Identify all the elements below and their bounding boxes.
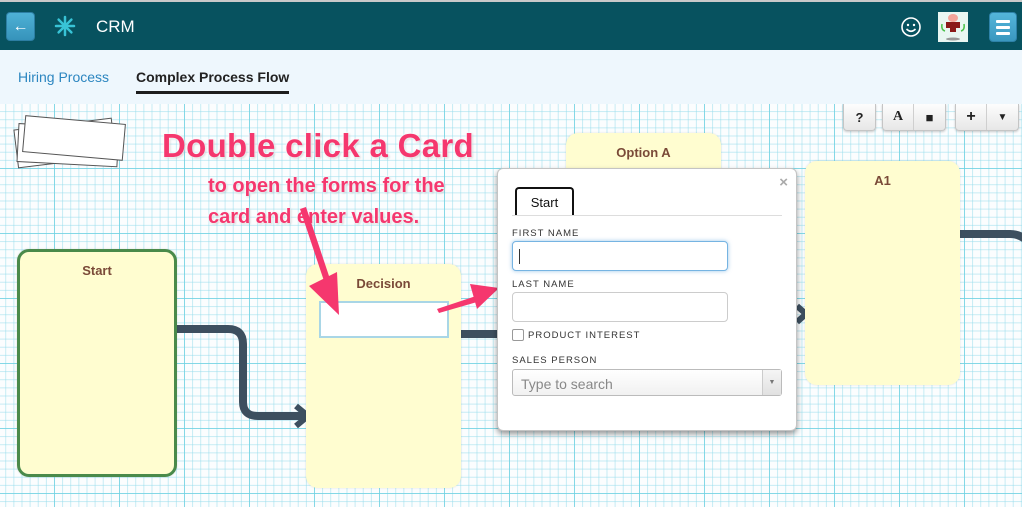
tab-divider xyxy=(512,215,782,216)
smiley-icon[interactable] xyxy=(900,16,922,38)
user-avatar-image xyxy=(941,14,965,41)
chevron-down-icon[interactable]: ▼ xyxy=(762,370,781,395)
active-tab-indicator xyxy=(136,91,289,94)
asterisk-burst-icon xyxy=(54,15,76,37)
text-caret xyxy=(519,249,520,264)
tab-start-form[interactable]: Start xyxy=(515,187,574,215)
first-name-label: FIRST NAME xyxy=(512,228,580,239)
top-bar: ← CRM xyxy=(0,0,1022,50)
sales-person-placeholder: Type to search xyxy=(521,376,613,392)
product-interest-label: PRODUCT INTEREST xyxy=(528,330,641,341)
close-icon[interactable]: × xyxy=(779,174,788,191)
hamburger-menu-icon xyxy=(996,19,1010,23)
first-name-input[interactable] xyxy=(512,241,728,271)
product-interest-checkbox[interactable] xyxy=(512,329,524,341)
sales-person-select[interactable]: Type to search ▼ xyxy=(512,369,782,396)
arrow-left-icon: ← xyxy=(12,17,29,35)
menu-button[interactable] xyxy=(989,12,1017,42)
card-form-popup: × Start FIRST NAME LAST NAME PRODUCT INT… xyxy=(497,168,797,431)
avatar[interactable] xyxy=(938,12,968,42)
last-name-input[interactable] xyxy=(512,292,728,322)
flow-canvas[interactable]: ? A ■ + ▼ Start Decision Option A A1 Dou… xyxy=(0,104,1022,507)
back-button[interactable]: ← xyxy=(6,12,35,41)
tab-complex-process-flow[interactable]: Complex Process Flow xyxy=(136,69,289,85)
tab-bar: Hiring Process Complex Process Flow xyxy=(0,50,1022,104)
callout-arrow-down xyxy=(300,207,339,315)
app-title: CRM xyxy=(96,17,135,36)
tab-hiring-process[interactable]: Hiring Process xyxy=(18,69,109,85)
sales-person-label: SALES PERSON xyxy=(512,355,598,366)
callout-arrow-right xyxy=(437,284,499,313)
last-name-label: LAST NAME xyxy=(512,279,575,290)
